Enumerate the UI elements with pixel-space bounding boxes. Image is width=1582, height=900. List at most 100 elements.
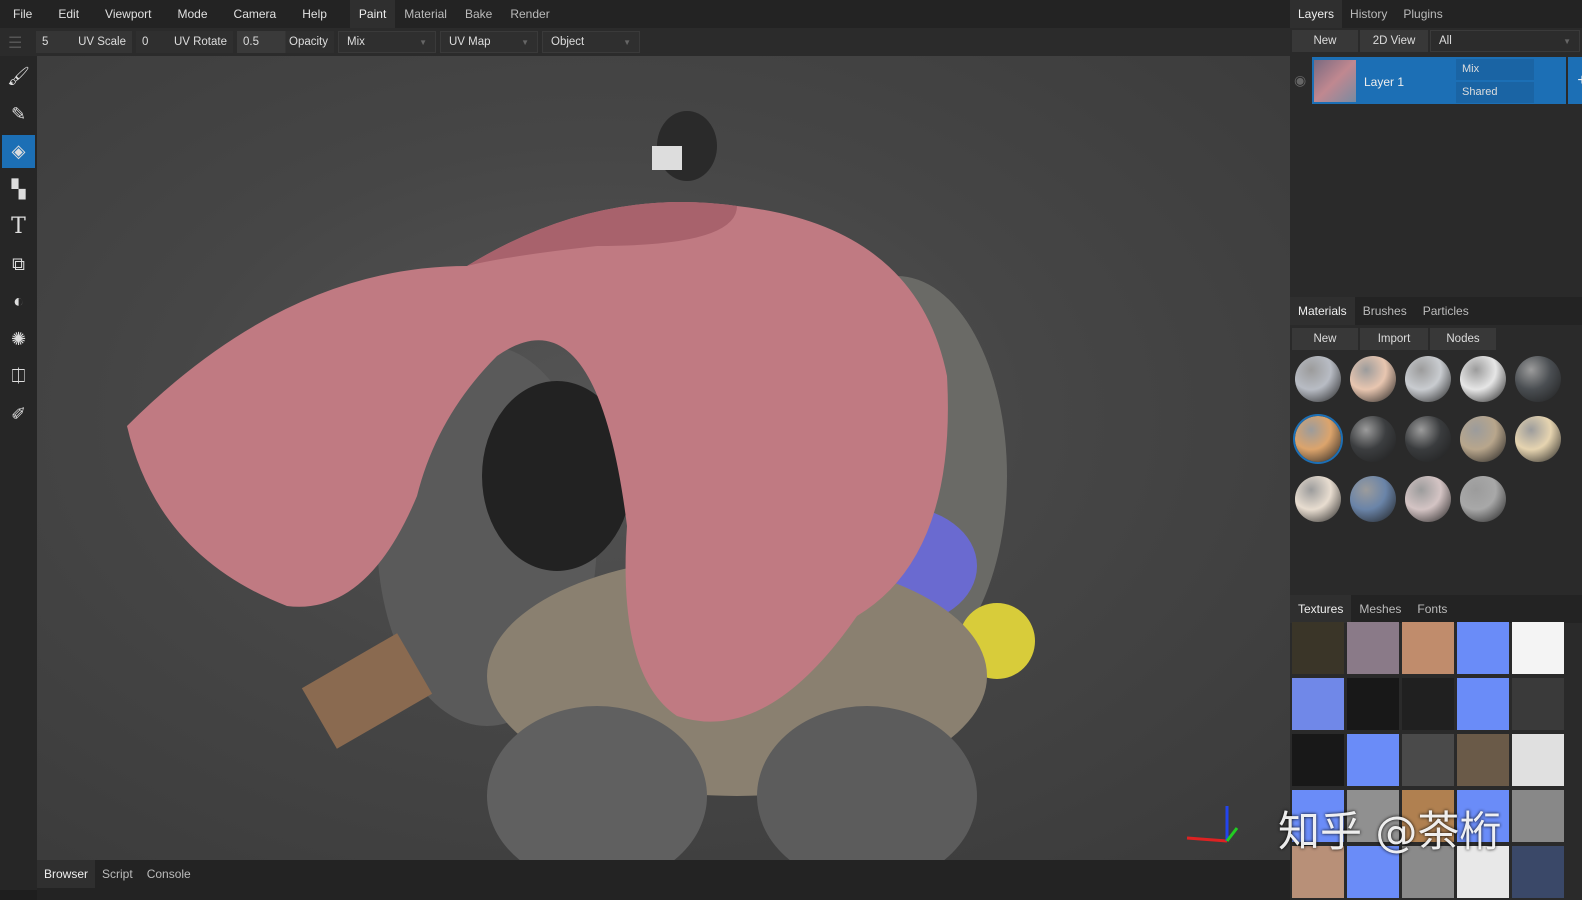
texture-thumbnail[interactable] (1402, 734, 1454, 786)
uv-scale-field[interactable]: 5 UV Scale (36, 31, 132, 53)
tab-textures[interactable]: Textures (1290, 595, 1352, 623)
blend-value: Mix (347, 36, 365, 48)
tab-materials[interactable]: Materials (1290, 297, 1355, 325)
chevron-down-icon: ▼ (623, 37, 631, 47)
texture-thumbnail[interactable] (1512, 734, 1564, 786)
opacity-slider[interactable]: 0.5 Opacity (237, 31, 334, 53)
tab-fonts[interactable]: Fonts (1409, 595, 1455, 623)
material-swatch[interactable] (1350, 356, 1396, 402)
layer-thumbnail (1314, 60, 1356, 102)
tool-options-bar: ☰ 5 UV Scale 0 UV Rotate 0.5 Opacity Mix ▼ U… (0, 28, 1290, 56)
color-picker-tool-icon[interactable]: ✐ (2, 398, 35, 431)
new-material-button[interactable]: New (1292, 328, 1358, 350)
fill-tool-icon[interactable]: ◈ (2, 135, 35, 168)
material-swatch[interactable] (1350, 476, 1396, 522)
texture-thumbnail[interactable] (1292, 678, 1344, 730)
menu-file[interactable]: File (0, 7, 45, 21)
tab-console[interactable]: Console (140, 860, 198, 888)
texture-thumbnail[interactable] (1457, 678, 1509, 730)
tab-history[interactable]: History (1342, 0, 1395, 28)
blend-select[interactable]: Mix ▼ (338, 31, 436, 53)
material-swatch[interactable] (1405, 356, 1451, 402)
target-select[interactable]: Object ▼ (542, 31, 640, 53)
material-swatch[interactable] (1293, 414, 1343, 464)
uv-rotate-value: 0 (142, 36, 149, 48)
opacity-label: Opacity (289, 36, 328, 48)
brush-tool-icon[interactable]: 🖌 (2, 60, 35, 93)
texture-thumbnail[interactable] (1457, 734, 1509, 786)
visibility-eye-icon[interactable]: ◉ (1294, 72, 1306, 89)
layer-blend-select[interactable]: Mix (1456, 59, 1534, 80)
chevron-down-icon: ▼ (521, 37, 529, 47)
uv-map-select[interactable]: UV Map ▼ (440, 31, 538, 53)
new-layer-button[interactable]: New (1292, 30, 1358, 52)
material-swatch[interactable] (1295, 356, 1341, 402)
material-swatch[interactable] (1295, 476, 1341, 522)
layer-row[interactable]: Layer 1 Mix Shared (1312, 57, 1566, 104)
material-swatch[interactable] (1460, 356, 1506, 402)
texture-thumbnail[interactable] (1457, 622, 1509, 674)
text-tool-icon[interactable]: T (2, 210, 35, 243)
menu-bar: File Edit Viewport Mode Camera Help Pain… (0, 0, 1290, 28)
uv-scale-value: 5 (42, 36, 49, 48)
tab-brushes[interactable]: Brushes (1355, 297, 1415, 325)
menu-edit[interactable]: Edit (45, 7, 92, 21)
texture-thumbnail[interactable] (1347, 622, 1399, 674)
2d-view-button[interactable]: 2D View (1360, 30, 1428, 52)
menu-help[interactable]: Help (289, 7, 340, 21)
material-swatch[interactable] (1405, 476, 1451, 522)
3d-viewport[interactable] (37, 56, 1290, 886)
character-model (127, 111, 1239, 886)
right-panel: Layers History Plugins New 2D View All ▼ … (1290, 0, 1582, 900)
texture-thumbnail[interactable] (1292, 622, 1344, 674)
tab-bake[interactable]: Bake (456, 0, 501, 28)
particle-tool-icon[interactable]: ✺ (2, 323, 35, 356)
texture-thumbnail[interactable] (1402, 622, 1454, 674)
nodes-button[interactable]: Nodes (1430, 328, 1496, 350)
tab-particles[interactable]: Particles (1415, 297, 1477, 325)
uv-scale-label: UV Scale (78, 36, 126, 48)
eraser-tool-icon[interactable]: ✎ (2, 98, 35, 131)
texture-thumbnail[interactable] (1512, 678, 1564, 730)
texture-thumbnail[interactable] (1512, 622, 1564, 674)
texture-thumbnail[interactable] (1512, 846, 1564, 898)
settings-sliders-icon[interactable]: ☰ (8, 33, 22, 53)
tab-paint[interactable]: Paint (349, 0, 396, 28)
layer-mode-select[interactable]: Shared (1456, 82, 1534, 103)
menu-viewport[interactable]: Viewport (92, 7, 164, 21)
material-swatch[interactable] (1405, 416, 1451, 462)
material-swatch[interactable] (1460, 476, 1506, 522)
import-material-button[interactable]: Import (1360, 328, 1428, 350)
clone-tool-icon[interactable]: ⧉ (2, 248, 35, 281)
bottom-panel: Browser Script Console (37, 860, 1290, 900)
blur-tool-icon[interactable]: ◐ (2, 285, 35, 318)
tab-script[interactable]: Script (95, 860, 140, 888)
menu-camera[interactable]: Camera (221, 7, 290, 21)
decal-tool-icon[interactable]: ▚ (2, 173, 35, 206)
texture-thumbnail[interactable] (1347, 734, 1399, 786)
materials-tabs: Materials Brushes Particles (1290, 297, 1582, 325)
texture-thumbnail[interactable] (1402, 678, 1454, 730)
tab-meshes[interactable]: Meshes (1351, 595, 1409, 623)
tab-layers[interactable]: Layers (1290, 0, 1343, 28)
texture-thumbnail[interactable] (1292, 734, 1344, 786)
tab-material[interactable]: Material (395, 0, 456, 28)
tab-render[interactable]: Render (501, 0, 558, 28)
material-swatch[interactable] (1350, 416, 1396, 462)
texture-thumbnail[interactable] (1512, 790, 1564, 842)
menu-mode[interactable]: Mode (165, 7, 221, 21)
tab-plugins[interactable]: Plugins (1395, 0, 1450, 28)
layer-name: Layer 1 (1364, 75, 1405, 89)
target-value: Object (551, 36, 585, 48)
tab-browser[interactable]: Browser (37, 860, 96, 888)
layer-filter-select[interactable]: All ▼ (1430, 30, 1580, 52)
material-swatch[interactable] (1460, 416, 1506, 462)
texture-thumbnail[interactable] (1347, 678, 1399, 730)
picker-id-tool-icon[interactable]: ⎅ (2, 360, 35, 393)
uv-rotate-field[interactable]: 0 UV Rotate (136, 31, 233, 53)
chevron-down-icon: ▼ (419, 37, 427, 47)
add-mask-button[interactable]: + (1568, 57, 1582, 104)
material-swatch[interactable] (1515, 416, 1561, 462)
material-swatch[interactable] (1515, 356, 1561, 402)
chevron-down-icon: ▼ (1563, 36, 1571, 46)
